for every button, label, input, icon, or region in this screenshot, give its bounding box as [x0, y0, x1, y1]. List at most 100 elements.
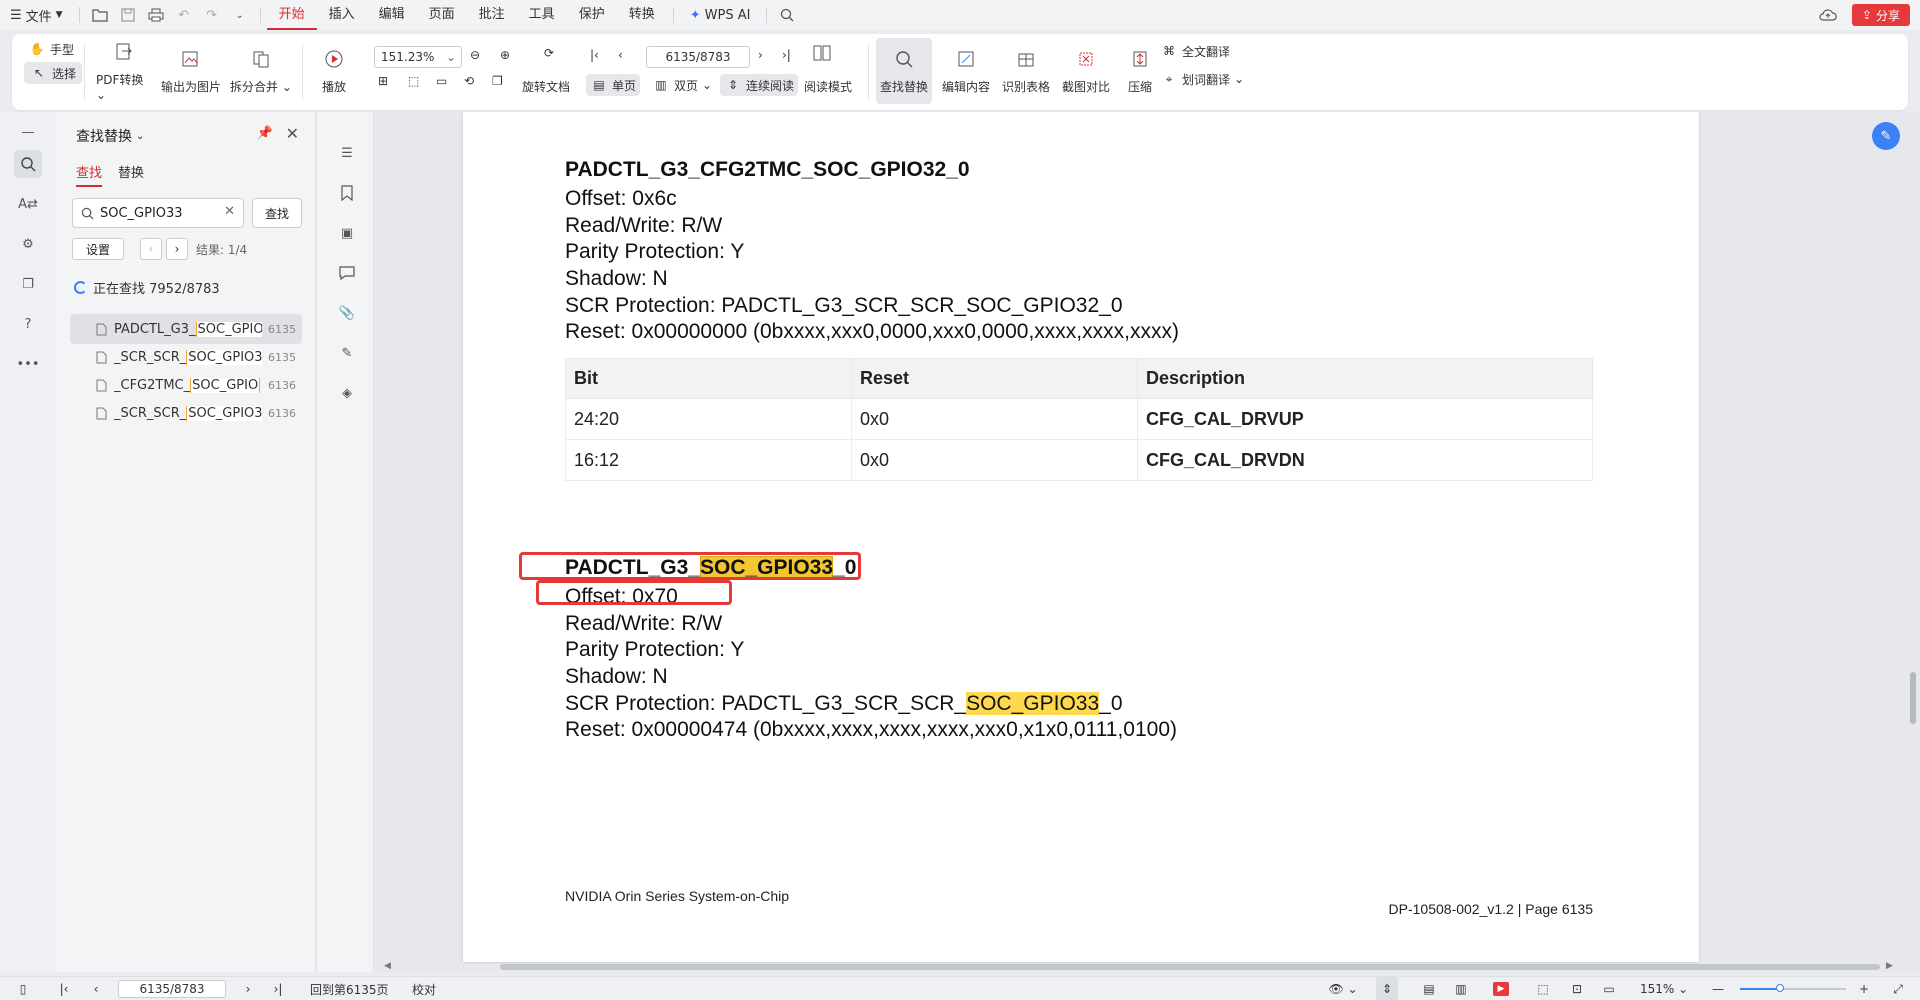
proofread-button[interactable]: 校对: [412, 977, 436, 1000]
continuous-read-button[interactable]: ⇕ 连续阅读: [720, 74, 799, 96]
tab-replace[interactable]: 替换: [118, 162, 144, 185]
vertical-scrollbar[interactable]: [1910, 672, 1916, 724]
goto-page-button[interactable]: 回到第6135页: [310, 977, 389, 1000]
split-merge-button[interactable]: 拆分合并 ⌄: [230, 38, 292, 104]
open-folder-icon[interactable]: [89, 4, 111, 26]
prev-page-icon[interactable]: ‹: [88, 977, 104, 1000]
help-icon[interactable]: ?: [14, 310, 42, 338]
zoom-select[interactable]: 151.23% ⌄: [374, 46, 462, 68]
hand-tool-button[interactable]: ✋ 手型: [28, 40, 75, 58]
actual-size-icon[interactable]: ⊞: [378, 74, 388, 88]
bookmark-panel-icon[interactable]: ❐: [14, 270, 42, 298]
tab-convert[interactable]: 转换: [617, 0, 667, 30]
tab-insert[interactable]: 插入: [317, 0, 367, 30]
scroll-left-icon[interactable]: ◀: [384, 961, 391, 971]
eye-view-icon[interactable]: 👁 ⌄: [1326, 977, 1360, 1000]
tab-home[interactable]: 开始: [266, 0, 317, 30]
prev-page-icon[interactable]: ‹: [618, 48, 623, 62]
sidebar-toggle-icon[interactable]: ▯: [12, 977, 34, 1000]
zoom-select[interactable]: 151% ⌄: [1640, 977, 1688, 1000]
first-page-icon[interactable]: |‹: [590, 48, 599, 62]
tab-annotate[interactable]: 批注: [467, 0, 517, 30]
comment-icon[interactable]: [336, 262, 358, 284]
prev-result-button[interactable]: ‹: [140, 238, 162, 260]
cloud-upload-icon[interactable]: [1818, 5, 1838, 25]
next-result-button[interactable]: ›: [166, 238, 188, 260]
result-item[interactable]: _SCR_SCR_ SOC_GPIO3 6135: [70, 342, 302, 372]
find-button[interactable]: 查找: [252, 198, 302, 228]
first-page-icon[interactable]: |‹: [56, 977, 72, 1000]
zoom-out-icon[interactable]: ⊖: [470, 48, 480, 62]
double-page-button[interactable]: ▥ 双页 ⌄: [652, 76, 712, 94]
assistant-float-icon[interactable]: ✎: [1872, 122, 1900, 150]
result-item[interactable]: _SCR_SCR_ SOC_GPIO3 6136: [70, 398, 302, 428]
signature-icon[interactable]: ✎: [336, 342, 358, 364]
find-panel-title[interactable]: 查找替换 ⌄: [76, 126, 144, 146]
search-icon[interactable]: [776, 4, 798, 26]
scroll-right-icon[interactable]: ▶: [1886, 961, 1893, 971]
redo-icon[interactable]: ↷: [201, 4, 223, 26]
print-icon[interactable]: [145, 4, 167, 26]
tab-page[interactable]: 页面: [417, 0, 467, 30]
fit-page-icon[interactable]: ⬚: [408, 74, 419, 88]
copy-page-icon[interactable]: ❐: [492, 74, 503, 88]
undo-icon[interactable]: ↶: [173, 4, 195, 26]
save-icon[interactable]: [117, 4, 139, 26]
read-mode-icon[interactable]: [812, 44, 832, 62]
zoom-slider[interactable]: [1740, 984, 1846, 992]
wps-ai-button[interactable]: ✦ WPS AI: [680, 8, 761, 23]
fit-page-icon[interactable]: ⬚: [1532, 977, 1554, 1000]
fit-width-icon[interactable]: ▭: [436, 74, 447, 88]
layers-icon[interactable]: ◈: [336, 382, 358, 404]
double-page-icon[interactable]: ▥: [1450, 977, 1472, 1000]
rotate-icon[interactable]: ⟳: [544, 46, 554, 60]
result-item[interactable]: PADCTL_G3_ SOC_GPIO 6135: [70, 314, 302, 344]
next-page-icon[interactable]: ›: [758, 48, 763, 62]
actual-size-icon[interactable]: ▭: [1598, 977, 1620, 1000]
zoom-in-icon[interactable]: +: [1856, 977, 1872, 1000]
tab-edit[interactable]: 编辑: [367, 0, 417, 30]
recognize-table-button[interactable]: 识别表格: [998, 38, 1054, 104]
adjust-icon[interactable]: ⚙: [14, 230, 42, 258]
more-icon[interactable]: •••: [14, 350, 42, 378]
file-menu[interactable]: ☰ 文件 ▼: [0, 6, 73, 25]
bookmark-icon[interactable]: [336, 182, 358, 204]
single-page-icon[interactable]: ▤: [1418, 977, 1440, 1000]
last-page-icon[interactable]: ›|: [270, 977, 286, 1000]
play-button[interactable]: 播放: [312, 38, 356, 104]
tab-tools[interactable]: 工具: [517, 0, 567, 30]
result-item[interactable]: _CFG2TMC_ SOC_GPIO 6136: [70, 370, 302, 400]
zoom-slider-handle[interactable]: [1776, 984, 1785, 992]
compress-button[interactable]: 压缩: [1118, 38, 1162, 104]
edit-content-button[interactable]: 编辑内容: [938, 38, 994, 104]
last-page-icon[interactable]: ›|: [782, 48, 791, 62]
export-image-button[interactable]: 输出为图片: [158, 38, 224, 104]
horizontal-scrollbar[interactable]: [500, 964, 1880, 970]
fit-width-icon[interactable]: ⊡: [1566, 977, 1588, 1000]
close-icon[interactable]: ✕: [286, 124, 299, 143]
document-viewport[interactable]: PADCTL_G3_CFG2TMC_SOC_GPIO32_0 Offset: 0…: [375, 112, 1920, 972]
collapse-icon[interactable]: —: [14, 118, 42, 146]
tab-find[interactable]: 查找: [76, 162, 103, 187]
search-input[interactable]: SOC_GPIO33 ✕: [72, 198, 244, 228]
continuous-read-icon[interactable]: ⇕: [1376, 977, 1398, 1000]
pdf-convert-button[interactable]: PDF转换 ⌄: [96, 38, 152, 104]
find-replace-button[interactable]: 查找替换: [876, 38, 932, 104]
select-tool-button[interactable]: ↖ 选择: [24, 62, 83, 84]
translate-icon[interactable]: A⇄: [14, 190, 42, 218]
clear-icon[interactable]: ✕: [224, 204, 235, 219]
single-page-button[interactable]: ▤ 单页: [586, 74, 641, 96]
rotate-left-icon[interactable]: ⟲: [464, 74, 474, 88]
share-button[interactable]: ⇪ 分享: [1851, 4, 1910, 26]
screenshot-compare-button[interactable]: 截图对比: [1058, 38, 1114, 104]
zoom-out-icon[interactable]: —: [1710, 977, 1726, 1000]
pin-icon[interactable]: 📌: [257, 126, 273, 141]
next-page-icon[interactable]: ›: [240, 977, 256, 1000]
settings-button[interactable]: 设置: [72, 238, 124, 260]
tab-protect[interactable]: 保护: [567, 0, 617, 30]
quick-access-more-icon[interactable]: ⌄: [229, 4, 251, 26]
fullscreen-icon[interactable]: ⤢: [1890, 977, 1906, 1000]
word-translate-button[interactable]: ⌖ 划词翻译 ⌄: [1160, 70, 1244, 88]
thumbnail-icon[interactable]: ▣: [336, 222, 358, 244]
full-translate-button[interactable]: ⌘ 全文翻译: [1160, 42, 1230, 60]
